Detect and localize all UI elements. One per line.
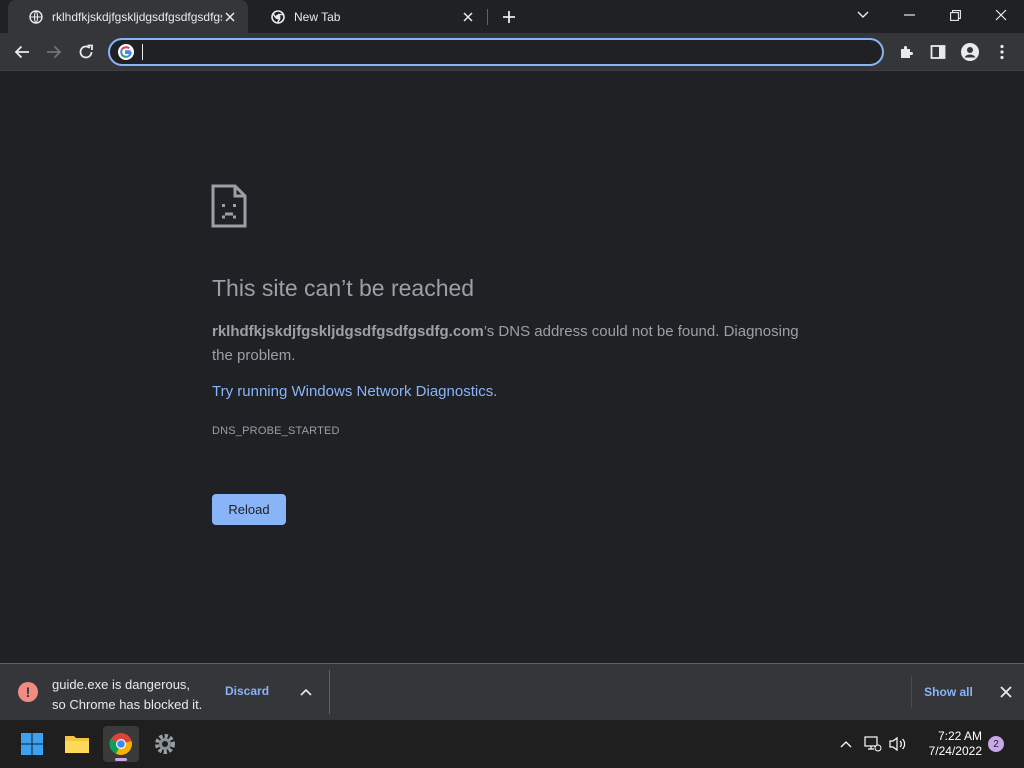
clock-date: 7/24/2022 — [928, 744, 982, 758]
side-panel-icon[interactable] — [925, 39, 951, 65]
globe-icon — [28, 9, 44, 25]
gear-icon — [155, 734, 175, 754]
error-page: This site can’t be reached rklhdfkjskdjf… — [0, 72, 1024, 663]
forward-button[interactable] — [41, 39, 67, 65]
chevron-up-icon[interactable] — [296, 682, 316, 702]
active-app-indicator — [115, 758, 127, 761]
text-caret — [142, 44, 143, 60]
error-description: rklhdfkjskdjfgskljdgsdfgsdfgsdfg.com’s D… — [212, 320, 812, 368]
tab-divider — [487, 9, 488, 25]
notification-badge[interactable]: 2 — [988, 736, 1004, 752]
download-divider — [329, 670, 330, 714]
discard-button[interactable]: Discard — [225, 684, 269, 698]
error-code: DNS_PROBE_STARTED — [212, 425, 340, 437]
danger-icon: ! — [18, 682, 38, 702]
chrome-icon — [109, 733, 132, 755]
reload-button[interactable]: Reload — [212, 494, 286, 525]
download-warning-message: guide.exe is dangerous, so Chrome has bl… — [52, 675, 212, 715]
new-tab-button[interactable] — [498, 6, 520, 28]
sad-page-icon — [211, 184, 247, 233]
extensions-icon[interactable] — [893, 39, 919, 65]
minimize-button[interactable] — [886, 0, 932, 30]
clock-time: 7:22 AM — [937, 729, 982, 743]
chrome-icon — [270, 9, 286, 25]
profile-avatar-icon[interactable] — [957, 39, 983, 65]
error-host: rklhdfkjskdjfgskljdgsdfgsdfgsdfg.com — [212, 323, 484, 340]
google-icon — [118, 44, 134, 60]
folder-icon — [65, 736, 89, 753]
address-input[interactable] — [151, 44, 882, 60]
back-button[interactable] — [9, 39, 35, 65]
show-all-button[interactable]: Show all — [911, 676, 985, 708]
tab-search-button[interactable] — [840, 0, 886, 30]
speaker-icon[interactable] — [888, 734, 908, 754]
tab-error-site[interactable]: rklhdfkjskdjfgskljdgsdfgsdfgsdfgsdfg.com — [8, 0, 248, 33]
settings-taskbar-button[interactable] — [147, 726, 183, 762]
tab-title: New Tab — [294, 9, 341, 24]
download-bar: ! guide.exe is dangerous, so Chrome has … — [0, 663, 1024, 720]
restore-button[interactable] — [932, 0, 978, 30]
chrome-taskbar-button[interactable] — [103, 726, 139, 762]
chevron-up-icon[interactable] — [836, 734, 856, 754]
file-explorer-button[interactable] — [59, 726, 95, 762]
system-clock[interactable]: 7:22 AM 7/24/2022 — [914, 729, 982, 759]
close-icon[interactable] — [222, 9, 238, 25]
menu-dots-icon[interactable] — [989, 39, 1015, 65]
tab-strip: rklhdfkjskdjfgskljdgsdfgsdfgsdfgsdfg.com… — [0, 0, 1024, 33]
taskbar: 7:22 AM 7/24/2022 2 — [0, 720, 1024, 768]
network-diagnostics-link[interactable]: Try running Windows Network Diagnostics. — [212, 383, 497, 400]
reload-toolbar-button[interactable] — [73, 39, 99, 65]
close-window-button[interactable] — [978, 0, 1024, 30]
tab-title: rklhdfkjskdjfgskljdgsdfgsdfgsdfgsdfg.com — [52, 9, 222, 24]
download-warning-line1: guide.exe is dangerous, — [52, 677, 191, 692]
network-icon[interactable] — [863, 734, 883, 754]
windows-icon — [21, 733, 43, 755]
tab-new-tab[interactable]: New Tab — [250, 0, 486, 33]
address-bar[interactable] — [108, 38, 884, 66]
close-icon[interactable] — [996, 682, 1016, 702]
start-button[interactable] — [14, 726, 50, 762]
close-icon[interactable] — [460, 9, 476, 25]
download-warning-line2: so Chrome has blocked it. — [52, 697, 203, 712]
toolbar — [0, 33, 1024, 71]
error-title: This site can’t be reached — [212, 275, 475, 301]
